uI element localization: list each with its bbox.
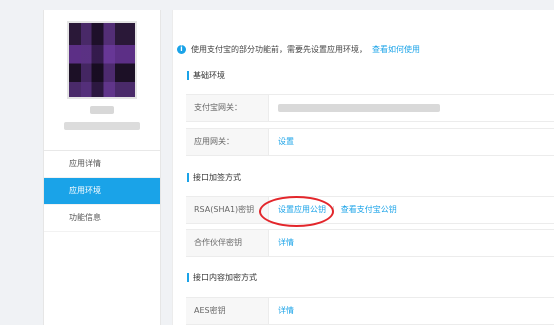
notice-help-link[interactable]: 查看如何使用 [372,44,420,55]
sidebar-item-app-environment[interactable]: 应用环境 [44,178,160,205]
sidebar: 应用详情 应用环境 功能信息 [43,10,161,325]
section-marker [187,173,189,182]
sidebar-item-app-details[interactable]: 应用详情 [44,151,160,178]
sidebar-item-feature-info[interactable]: 功能信息 [44,205,160,232]
section-marker [187,273,189,282]
section-title-text: 接口加签方式 [193,173,241,182]
app-avatar [69,23,135,97]
sidebar-nav: 应用详情 应用环境 功能信息 [44,150,160,232]
section-title-text: 基础环境 [193,71,225,80]
app-id-masked [64,122,140,130]
row-value [278,95,440,121]
info-icon: i [177,45,186,54]
row-label: 支付宝网关： [186,95,269,121]
row-rsa-key: RSA(SHA1)密钥 设置应用公钥 | 查看支付宝公钥 [186,196,554,224]
row-partner-key: 合作伙伴密钥 详情 [186,229,554,257]
app-name-masked [90,106,114,114]
row-alipay-gateway: 支付宝网关： [186,94,554,122]
row-app-gateway: 应用网关： 设置 [186,128,554,156]
row-label: 应用网关： [186,129,269,155]
notice-text: 使用支付宝的部分功能前，需要先设置应用环境， [191,45,367,54]
row-value: 详情 [278,230,294,256]
row-label: 合作伙伴密钥 [186,230,269,256]
section-marker [187,71,189,80]
notice-bar: i 使用支付宝的部分功能前，需要先设置应用环境， 查看如何使用 [177,44,420,55]
row-value: 详情 [278,298,294,324]
section-title-basic-environment: 基础环境 [187,70,225,81]
row-aes-key: AES密钥 详情 [186,297,554,325]
highlight-circle-annotation [259,196,334,227]
gateway-url-masked [278,103,440,112]
aes-key-details-link[interactable]: 详情 [278,306,294,315]
set-app-gateway-link[interactable]: 设置 [278,137,294,146]
partner-key-details-link[interactable]: 详情 [278,238,294,247]
row-label: AES密钥 [186,298,269,324]
row-value: 设置 [278,129,294,155]
section-title-text: 接口内容加密方式 [193,273,257,282]
section-title-signing-method: 接口加签方式 [187,172,241,183]
section-title-content-encryption: 接口内容加密方式 [187,272,257,283]
row-label: RSA(SHA1)密钥 [186,197,269,223]
view-alipay-public-key-link[interactable]: 查看支付宝公钥 [341,205,397,214]
main-panel: i 使用支付宝的部分功能前，需要先设置应用环境， 查看如何使用 基础环境 支付宝网… [172,10,554,325]
